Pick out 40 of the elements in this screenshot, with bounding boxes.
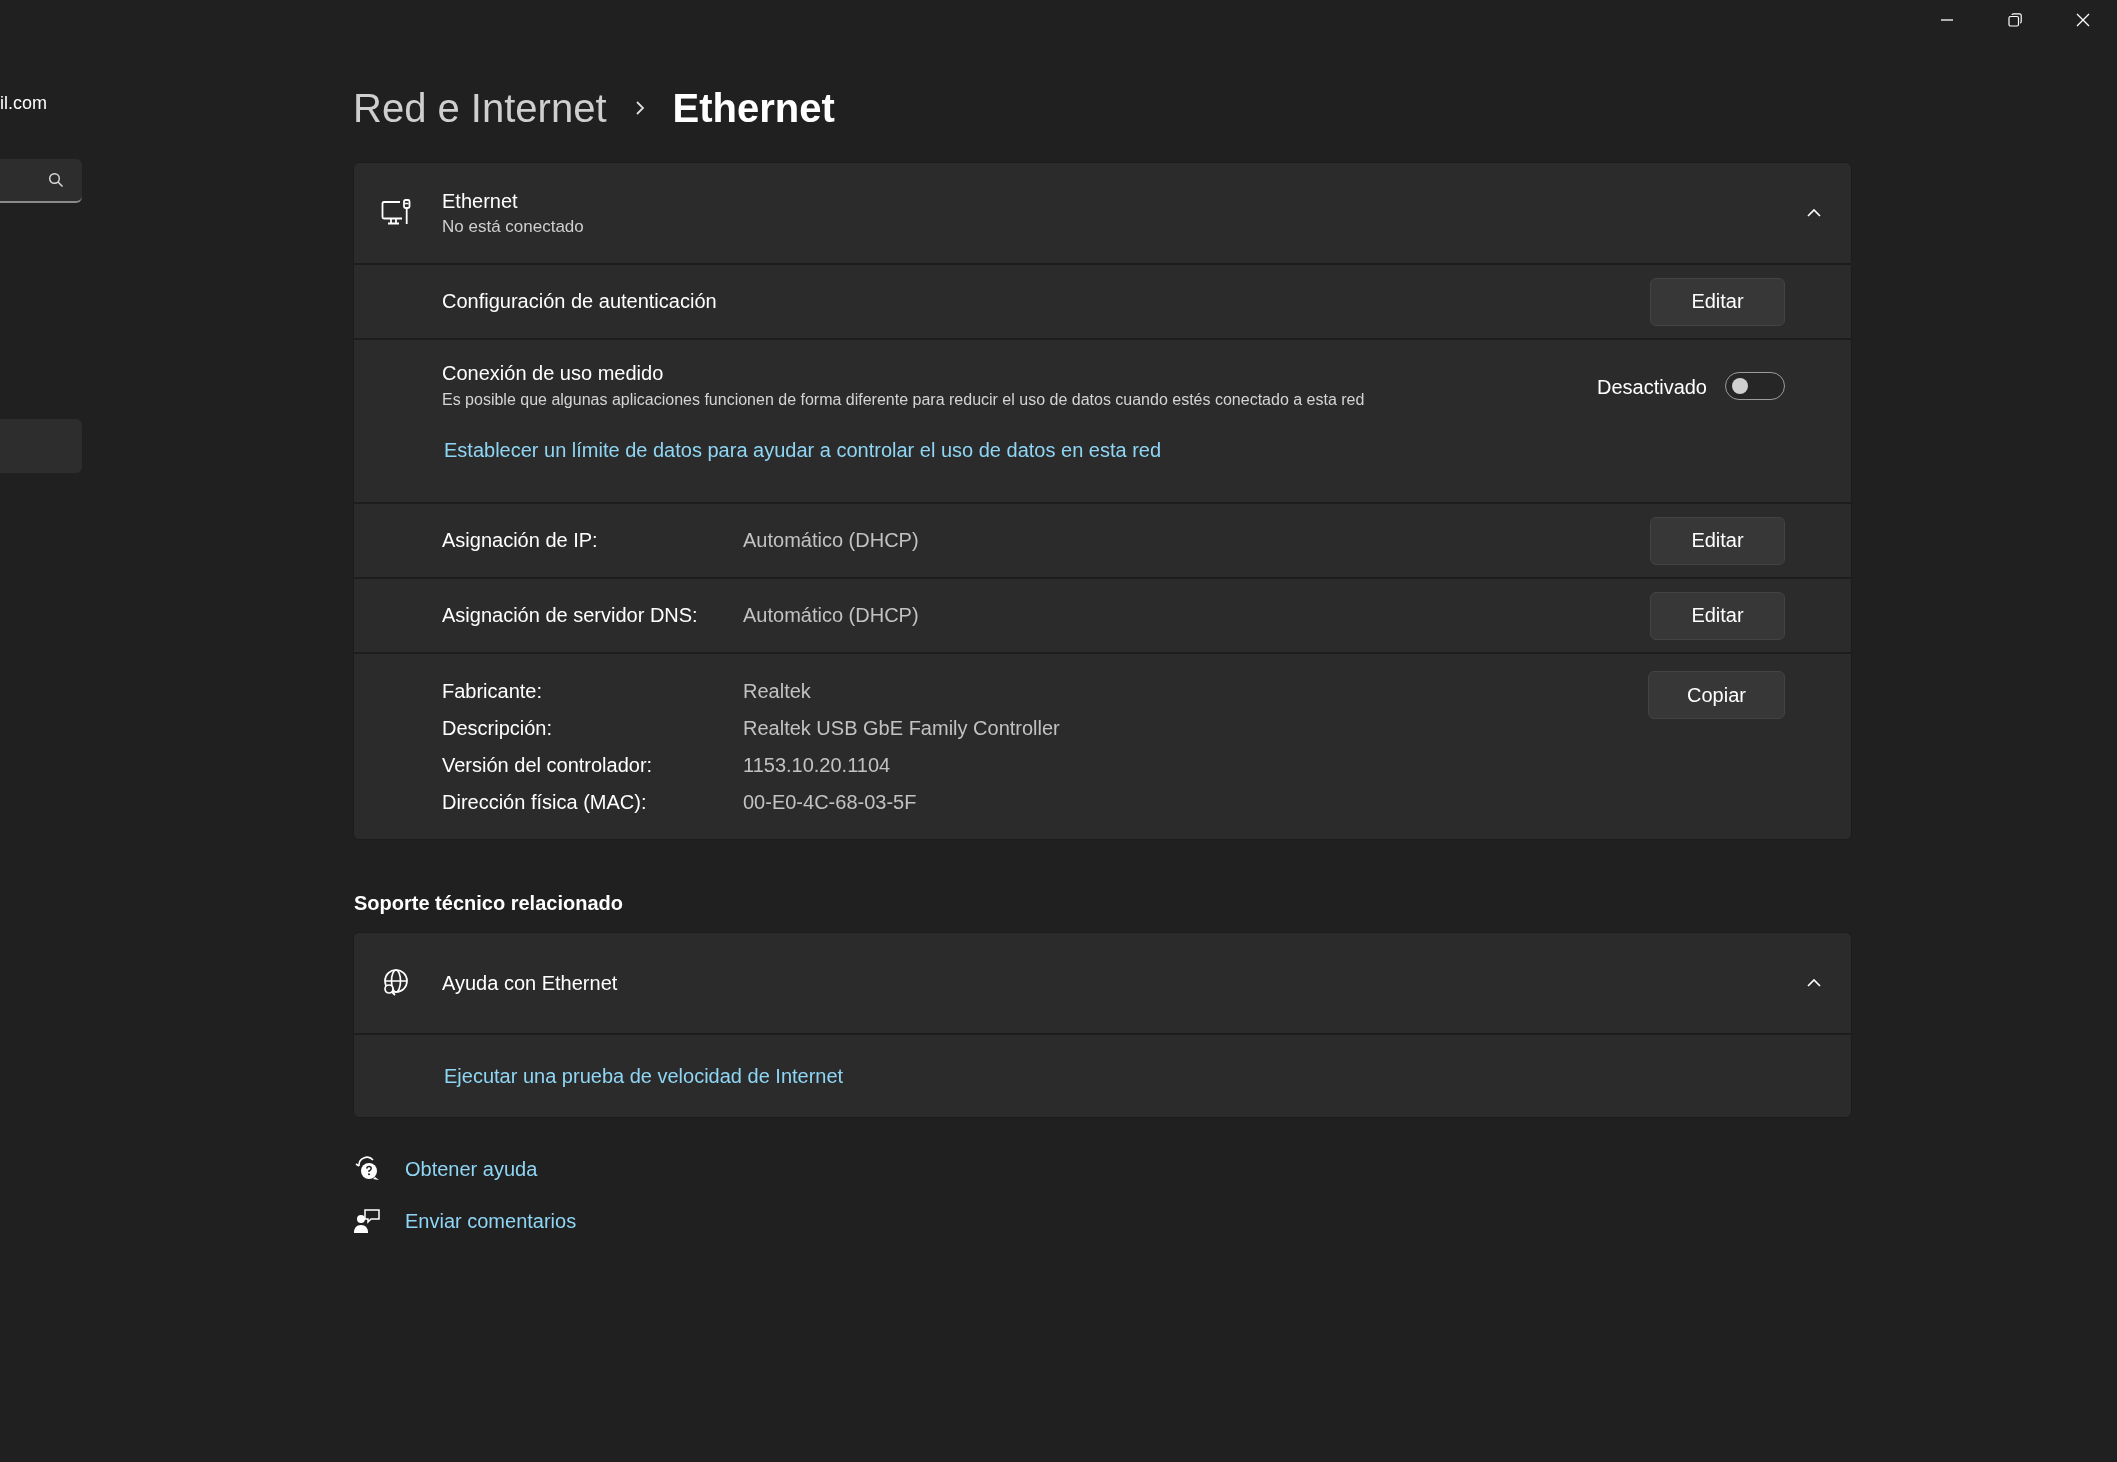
person-comment-icon — [353, 1207, 381, 1235]
property-label: Asignación de IP: — [442, 529, 599, 552]
setting-label: Conexión de uso medido — [442, 362, 665, 385]
setting-label: Configuración de autenticación — [442, 290, 717, 313]
card-header[interactable]: Ethernet No está conectado — [354, 163, 1851, 263]
account-email: il.com — [0, 93, 48, 115]
property-label: Descripción: — [442, 717, 554, 740]
property-value: 00-E0-4C-68-03-5F — [743, 791, 918, 814]
adapter-name: Ethernet — [442, 189, 519, 213]
property-label: Asignación de servidor DNS: — [442, 604, 699, 627]
setting-description: Es posible que algunas aplicaciones funcionen de forma diferente para reducir el uso de datos cuando estés conectado a esta red — [442, 391, 1366, 409]
edit-button[interactable]: Editar — [1650, 591, 1785, 640]
property-label: Versión del controlador: — [442, 754, 654, 777]
toggle-state-label: Desactivado — [1596, 376, 1707, 399]
toggle-switch[interactable] — [1725, 372, 1785, 400]
page-title: Ethernet — [672, 85, 835, 131]
property-label: Fabricante: — [442, 680, 544, 703]
breadcrumb-link[interactable]: Red e Internet — [353, 85, 607, 131]
close-icon[interactable] — [2075, 12, 2091, 28]
help-title: Ayuda con Ethernet — [442, 971, 619, 995]
speed-test-link[interactable]: Ejecutar una prueba de velocidad de Internet — [444, 1064, 844, 1088]
search-field[interactable] — [0, 159, 82, 203]
card-header[interactable]: Ayuda con Ethernet — [354, 933, 1851, 1033]
property-value: Realtek USB GbE Family Controller — [743, 717, 1061, 740]
help-bubble-icon — [353, 1155, 381, 1183]
property-value: Automático (DHCP) — [743, 604, 920, 627]
help-link[interactable]: Obtener ayuda — [405, 1157, 538, 1181]
edit-button[interactable]: Editar — [1650, 277, 1785, 326]
restore-icon[interactable] — [2007, 12, 2023, 28]
section-heading: Soporte técnico relacionado — [354, 892, 624, 915]
property-value: Automático (DHCP) — [743, 529, 920, 552]
property-value: Realtek — [743, 680, 812, 703]
property-label: Dirección física (MAC): — [442, 791, 648, 814]
data-limit-link[interactable]: Establecer un límite de datos para ayudar a controlar el uso de datos en esta red — [444, 439, 1785, 462]
copy-button[interactable]: Copiar — [1648, 671, 1785, 719]
search-icon — [48, 172, 64, 188]
feedback-link[interactable]: Enviar comentarios — [405, 1209, 577, 1233]
connection-status: No está conectado — [442, 216, 585, 237]
property-value: 1153.10.20.1104 — [743, 754, 892, 777]
edit-button[interactable]: Editar — [1650, 516, 1785, 565]
